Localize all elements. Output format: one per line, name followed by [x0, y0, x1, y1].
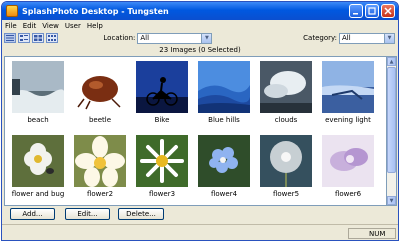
gallery-item[interactable]: Bike: [133, 61, 191, 124]
clouds-photo-thumbnail: [260, 61, 312, 113]
gallery-item-label: Bike: [154, 116, 170, 124]
window-title: SplashPhoto Desktop - Tungsten: [22, 6, 169, 16]
close-button[interactable]: [381, 4, 395, 18]
view-tiles-button[interactable]: [32, 33, 44, 43]
beetle-photo-thumbnail: [74, 61, 126, 113]
flower3-photo-thumbnail: [136, 135, 188, 187]
gallery-item-label: flower4: [210, 190, 238, 198]
bike-photo-thumbnail: [136, 61, 188, 113]
toolbar: Location: All ▼ Category: All ▼: [2, 31, 398, 45]
evening-light-photo-thumbnail: [322, 61, 374, 113]
gallery-item[interactable]: Blue hills: [195, 61, 253, 124]
gallery-item-label: Blue hills: [208, 116, 240, 124]
gallery-item[interactable]: flower6: [319, 135, 377, 198]
menu-user[interactable]: User: [62, 22, 84, 30]
num-lock-indicator: NUM: [348, 227, 396, 239]
menu-help[interactable]: Help: [84, 22, 106, 30]
chevron-up-icon: ▲: [389, 58, 394, 65]
view-thumbnails-button[interactable]: [46, 33, 58, 43]
status-bar: NUM: [2, 224, 398, 240]
location-label: Location:: [103, 34, 136, 42]
app-window: SplashPhoto Desktop - Tungsten File Edit…: [1, 1, 399, 241]
view-list-button[interactable]: [18, 33, 30, 43]
details-view-icon: [6, 35, 14, 41]
edit-button[interactable]: Edit...: [65, 208, 110, 220]
gallery-item[interactable]: beetle: [71, 61, 129, 124]
menu-view[interactable]: View: [39, 22, 62, 30]
tiles-view-icon: [34, 35, 42, 41]
menu-bar: File Edit View User Help: [2, 20, 398, 31]
gallery-item-label: flower2: [86, 190, 114, 198]
button-bar: Add... Edit... Delete...: [2, 208, 398, 222]
app-icon: [6, 5, 18, 17]
view-details-button[interactable]: [4, 33, 16, 43]
title-bar[interactable]: SplashPhoto Desktop - Tungsten: [2, 2, 398, 20]
gallery-item[interactable]: flower4: [195, 135, 253, 198]
scroll-down-button[interactable]: ▼: [387, 196, 396, 205]
gallery-item-label: flower3: [148, 190, 176, 198]
menu-file[interactable]: File: [2, 22, 20, 30]
menu-edit[interactable]: Edit: [20, 22, 40, 30]
flower5-photo-thumbnail: [260, 135, 312, 187]
maximize-icon: [368, 7, 376, 15]
category-dropdown[interactable]: All ▼: [339, 32, 395, 44]
add-button[interactable]: Add...: [10, 208, 55, 220]
chevron-down-icon: ▼: [384, 33, 394, 43]
maximize-button[interactable]: [365, 4, 379, 18]
gallery-item-label: flower5: [272, 190, 300, 198]
image-count-text: 23 Images (0 Selected): [159, 46, 241, 54]
thumbnails-view-icon: [48, 35, 56, 41]
location-dropdown[interactable]: All ▼: [137, 32, 213, 44]
location-value: All: [140, 34, 150, 42]
gallery-item[interactable]: flower3: [133, 135, 191, 198]
gallery-item-label: beetle: [88, 116, 112, 124]
image-gallery[interactable]: beach beetle Bike Blue hills clouds even…: [4, 56, 387, 206]
category-value: All: [342, 34, 351, 42]
gallery-item[interactable]: flower5: [257, 135, 315, 198]
delete-button[interactable]: Delete...: [118, 208, 164, 220]
gallery-item-label: flower and bug: [11, 190, 65, 198]
gallery-item[interactable]: evening light: [319, 61, 377, 124]
gallery-item-label: clouds: [274, 116, 298, 124]
blue-hills-photo-thumbnail: [198, 61, 250, 113]
gallery-item[interactable]: beach: [9, 61, 67, 124]
flower4-photo-thumbnail: [198, 135, 250, 187]
gallery-item[interactable]: clouds: [257, 61, 315, 124]
close-icon: [384, 7, 392, 15]
minimize-icon: [353, 13, 358, 15]
gallery-item-label: beach: [27, 116, 49, 124]
vertical-scrollbar[interactable]: ▲ ▼: [387, 56, 397, 206]
beach-photo-thumbnail: [12, 61, 64, 113]
scroll-up-button[interactable]: ▲: [387, 57, 396, 66]
flower-and-bug-photo-thumbnail: [12, 135, 64, 187]
chevron-down-icon: ▼: [201, 33, 212, 43]
category-label: Category:: [303, 34, 337, 42]
flower2-photo-thumbnail: [74, 135, 126, 187]
flower6-photo-thumbnail: [322, 135, 374, 187]
minimize-button[interactable]: [349, 4, 363, 18]
scroll-thumb[interactable]: [387, 67, 396, 173]
gallery-item-label: evening light: [325, 116, 371, 124]
gallery-item[interactable]: flower and bug: [9, 135, 67, 198]
chevron-down-icon: ▼: [389, 197, 394, 204]
gallery-item[interactable]: flower2: [71, 135, 129, 198]
list-view-icon: [20, 35, 28, 41]
gallery-item-label: flower6: [334, 190, 362, 198]
